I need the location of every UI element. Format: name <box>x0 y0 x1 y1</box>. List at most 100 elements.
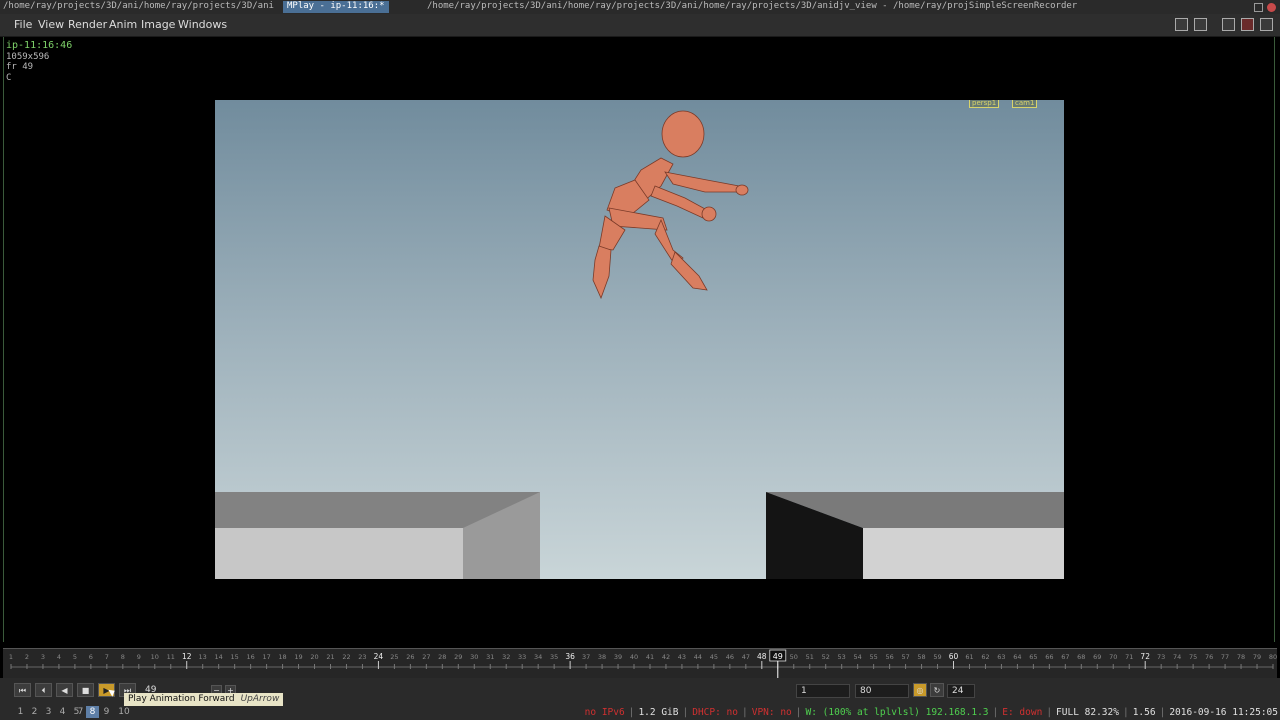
timeline-tick-label: 18 <box>278 653 286 661</box>
timeline-tick-label: 38 <box>598 653 606 661</box>
timeline-tick-label: 27 <box>422 653 430 661</box>
scene-svg <box>215 110 1064 579</box>
timeline-tick-label: 20 <box>310 653 318 661</box>
timeline-tick-label: 74 <box>1173 653 1181 661</box>
options-icon[interactable] <box>1260 18 1273 31</box>
timeline-tick-label: 21 <box>326 653 334 661</box>
status-separator: | <box>992 707 999 718</box>
timeline-tick-label: 3 <box>41 653 45 661</box>
timeline-tick-label: 24 <box>374 652 384 661</box>
timeline-tick-label: 8 <box>121 653 125 661</box>
status-item: VPN: no <box>751 707 792 718</box>
timeline-tick-label: 51 <box>806 653 814 661</box>
close-icon[interactable] <box>1267 3 1276 12</box>
range-end-field[interactable]: 80 <box>855 684 909 698</box>
timeline-tick-label: 25 <box>390 653 398 661</box>
menu-view[interactable]: View <box>38 18 64 31</box>
menu-file[interactable]: File <box>14 18 32 31</box>
timeline-tick-label: 64 <box>1013 653 1021 661</box>
left-platform-front <box>215 528 463 579</box>
timeline-tick-label: 13 <box>199 653 207 661</box>
timeline-tick-label: 6 <box>89 653 93 661</box>
active-window-title[interactable]: MPlay - ip-11:16:* <box>283 1 389 13</box>
layout-icon[interactable] <box>1175 18 1188 31</box>
timeline-tick-label: 11 <box>167 653 175 661</box>
timeline-tick-label: 19 <box>294 653 302 661</box>
status-separator: | <box>795 707 802 718</box>
menu-image[interactable]: Image <box>141 18 175 31</box>
timeline-tick-label: 68 <box>1077 653 1085 661</box>
timeline-tick-label: 47 <box>742 653 750 661</box>
play-backward-icon[interactable]: ◀ <box>56 683 73 697</box>
timeline-tick-label: 14 <box>215 653 223 661</box>
timeline-tick-label: 80 <box>1269 653 1277 661</box>
system-status-bar: no IPv6 | 1.2 GiB | DHCP: no | VPN: no | W: (100… <box>583 706 1280 720</box>
range-start-field[interactable]: 1 <box>796 684 850 698</box>
status-separator: | <box>628 707 635 718</box>
desktop-3[interactable]: 3 <box>42 706 55 718</box>
desktop-4[interactable]: 4 <box>56 706 69 718</box>
step-back-icon[interactable]: ⏴ <box>35 683 52 697</box>
timeline-tick-label: 10 <box>151 653 159 661</box>
timeline-tick-label: 42 <box>662 653 670 661</box>
timeline-tick-label: 76 <box>1205 653 1213 661</box>
timeline-tick-label: 45 <box>710 653 718 661</box>
settings-icon[interactable] <box>1222 18 1235 31</box>
minimize-icon[interactable] <box>1254 3 1263 12</box>
color-icon[interactable] <box>1241 18 1254 31</box>
stop-icon[interactable]: ■ <box>77 683 94 697</box>
timeline-tick-label: 41 <box>646 653 654 661</box>
timeline-tick-label: 71 <box>1125 653 1133 661</box>
timeline-tick-label: 57 <box>901 653 909 661</box>
menu-bar: File View Render Anim Image Windows <box>0 14 1280 37</box>
frame-timeline[interactable]: 1 2 3 4 5 6 7 8 9 10 11 12 13 14 15 16 17 18 19 20 21 22 23 24 2… <box>3 648 1277 679</box>
timeline-tick-label: 55 <box>869 653 877 661</box>
desktop-1[interactable]: 1 <box>14 706 27 718</box>
timeline-tick-label: 31 <box>486 653 494 661</box>
fps-field[interactable]: 24 <box>947 684 975 698</box>
timeline-tick-label: 78 <box>1237 653 1245 661</box>
desktop-10[interactable]: 10 <box>115 706 133 718</box>
timeline-tick-label: 9 <box>137 653 141 661</box>
timeline-tick-label: 40 <box>630 653 638 661</box>
desktop-8[interactable]: 8 <box>86 706 99 718</box>
timeline-tick-label: 32 <box>502 653 510 661</box>
status-item: 2016-09-16 11:25:05 <box>1169 707 1278 718</box>
menu-windows[interactable]: Windows <box>178 18 227 31</box>
timeline-tick-label: 5 <box>73 653 77 661</box>
realtime-icon[interactable]: ◎ <box>913 683 927 697</box>
compare-icon[interactable] <box>1194 18 1207 31</box>
desktop-2[interactable]: 2 <box>28 706 41 718</box>
status-separator: | <box>682 707 689 718</box>
jumping-character <box>592 110 749 300</box>
status-separator: | <box>1122 707 1129 718</box>
timeline-tick-label: 59 <box>933 653 941 661</box>
timeline-tick-label: 35 <box>550 653 558 661</box>
timeline-tick-label: 22 <box>342 653 350 661</box>
image-info: ip-11:16:46 1059x596 fr 49 C <box>6 40 73 83</box>
timeline-tick-label: 60 <box>949 652 959 661</box>
loop-icon[interactable]: ↻ <box>930 683 944 697</box>
timeline-tick-label: 7 <box>105 653 109 661</box>
timeline-tick-label: 65 <box>1029 653 1037 661</box>
timeline-ruler[interactable]: 1 2 3 4 5 6 7 8 9 10 11 12 13 14 15 16 17 18 19 20 21 22 23 24 2… <box>3 649 1277 679</box>
menu-render[interactable]: Render <box>68 18 107 31</box>
jump-to-start-icon[interactable]: ⏮ <box>14 683 31 697</box>
timeline-tick-label: 70 <box>1109 653 1117 661</box>
window-title-bar: /home/ray/projects/3D/ani/home/ray/proje… <box>0 0 1280 14</box>
timeline-tick-label: 33 <box>518 653 526 661</box>
timeline-tick-label: 48 <box>757 652 767 661</box>
timeline-tick-label: 46 <box>726 653 734 661</box>
timeline-tick-label: 53 <box>838 653 846 661</box>
timeline-tick-label: 69 <box>1093 653 1101 661</box>
timeline-tick-label: 15 <box>231 653 239 661</box>
tooltip-label: Play Animation Forward <box>128 694 235 704</box>
timeline-tick-label: 73 <box>1157 653 1165 661</box>
rendered-frame: persp1 cam1 <box>215 100 1064 579</box>
play-forward-tooltip: Play Animation Forward UpArrow <box>124 693 284 706</box>
image-name: ip-11:16:46 <box>6 40 73 51</box>
current-frame-label: 49 <box>773 652 783 661</box>
menu-anim[interactable]: Anim <box>109 18 137 31</box>
desktop-9[interactable]: 9 <box>100 706 113 718</box>
status-item: 1.2 GiB <box>638 707 679 718</box>
